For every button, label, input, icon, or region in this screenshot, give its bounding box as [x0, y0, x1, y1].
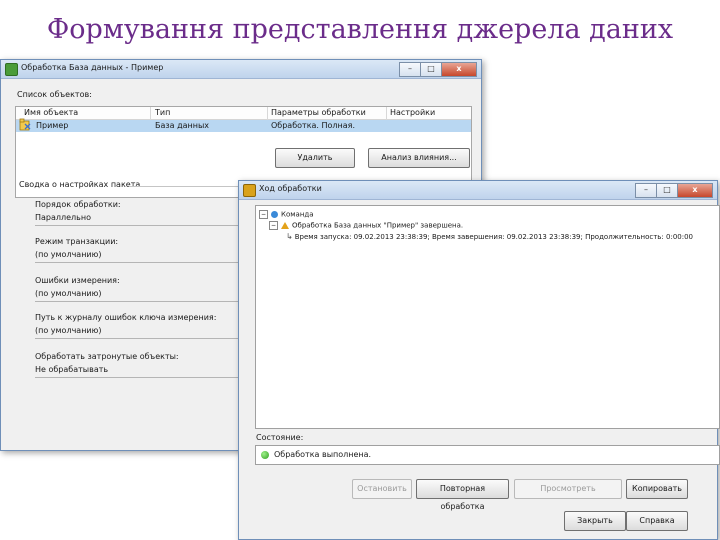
- tree-root-label: Команда: [281, 210, 314, 219]
- column-header-settings[interactable]: Настройки: [390, 108, 435, 117]
- delete-button[interactable]: Удалить: [275, 148, 355, 168]
- reprocess-button[interactable]: Повторная обработка: [416, 479, 509, 511]
- row-name: Пример: [36, 121, 69, 130]
- maximize-button[interactable]: □: [420, 62, 442, 77]
- affected-objects-label: Обработать затронутые объекты:: [35, 352, 179, 361]
- progress-window-titlebar[interactable]: Ход обработки – □ x: [239, 181, 717, 200]
- tree-item-label: Обработка База данных "Пример" завершена…: [292, 221, 464, 230]
- processing-order-label: Порядок обработки:: [35, 200, 121, 209]
- maximize-button[interactable]: □: [656, 183, 678, 198]
- tree-item[interactable]: − Обработка База данных "Пример" завершен…: [269, 221, 463, 230]
- minimize-button[interactable]: –: [635, 183, 657, 198]
- view-details-button[interactable]: Просмотреть: [514, 479, 622, 499]
- table-row[interactable]: Пример База данных Обработка. Полная.: [16, 118, 471, 132]
- collapse-icon[interactable]: −: [269, 221, 278, 230]
- tree-detail-label: Время запуска: 09.02.2013 23:38:39; Врем…: [294, 233, 693, 241]
- processing-order-value: Параллельно: [35, 213, 240, 226]
- row-params: Обработка. Полная.: [271, 121, 356, 130]
- app-icon: [243, 184, 256, 197]
- close-window-button[interactable]: x: [677, 183, 713, 198]
- processing-window-title: Обработка База данных - Пример: [21, 63, 164, 72]
- arrow-icon: ↳: [286, 232, 293, 241]
- objects-list-header: Имя объекта Тип Параметры обработки Наст…: [16, 107, 471, 120]
- slide-title: Формування представлення джерела даних: [46, 14, 674, 45]
- collapse-icon[interactable]: −: [259, 210, 268, 219]
- row-type: База данных: [155, 121, 210, 130]
- transaction-mode-label: Режим транзакции:: [35, 237, 119, 246]
- tree-root[interactable]: − Команда: [259, 210, 314, 219]
- success-icon: [261, 451, 269, 459]
- column-header-name[interactable]: Имя объекта: [24, 108, 78, 117]
- minimize-button[interactable]: –: [399, 62, 421, 77]
- help-button[interactable]: Справка: [626, 511, 688, 531]
- command-icon: [271, 211, 278, 218]
- close-button[interactable]: Закрыть: [564, 511, 626, 531]
- affected-objects-value: Не обрабатывать: [35, 365, 240, 378]
- warning-icon: [281, 222, 289, 229]
- dimension-errors-value: (по умолчанию): [35, 289, 240, 302]
- processing-window-titlebar[interactable]: Обработка База данных - Пример – □ x: [1, 60, 481, 79]
- status-text: Обработка выполнена.: [274, 450, 372, 459]
- copy-button[interactable]: Копировать: [626, 479, 688, 499]
- transaction-mode-value: (по умолчанию): [35, 250, 240, 263]
- database-folder-icon: [19, 118, 31, 131]
- progress-tree[interactable]: − Команда − Обработка База данных "Пример"…: [255, 205, 720, 429]
- progress-window-title: Ход обработки: [259, 184, 322, 193]
- stop-button[interactable]: Остановить: [352, 479, 412, 499]
- tree-detail[interactable]: ↳ Время запуска: 09.02.2013 23:38:39; Вре…: [286, 232, 693, 241]
- objects-list-label: Список объектов:: [17, 90, 92, 99]
- column-header-type[interactable]: Тип: [155, 108, 170, 117]
- status-box: Обработка выполнена.: [255, 445, 720, 465]
- column-header-params[interactable]: Параметры обработки: [271, 108, 366, 117]
- close-window-button[interactable]: x: [441, 62, 477, 77]
- app-icon: [5, 63, 18, 76]
- dimension-errors-label: Ошибки измерения:: [35, 276, 120, 285]
- batch-settings-label: Сводка о настройках пакета: [19, 180, 141, 189]
- key-error-log-path-value: (по умолчанию): [35, 326, 240, 339]
- impact-analysis-button[interactable]: Анализ влияния...: [368, 148, 470, 168]
- key-error-log-path-label: Путь к журналу ошибок ключа измерения:: [35, 313, 217, 322]
- progress-window: Ход обработки – □ x − Команда − Обработка …: [238, 180, 720, 540]
- status-label: Состояние:: [256, 433, 304, 442]
